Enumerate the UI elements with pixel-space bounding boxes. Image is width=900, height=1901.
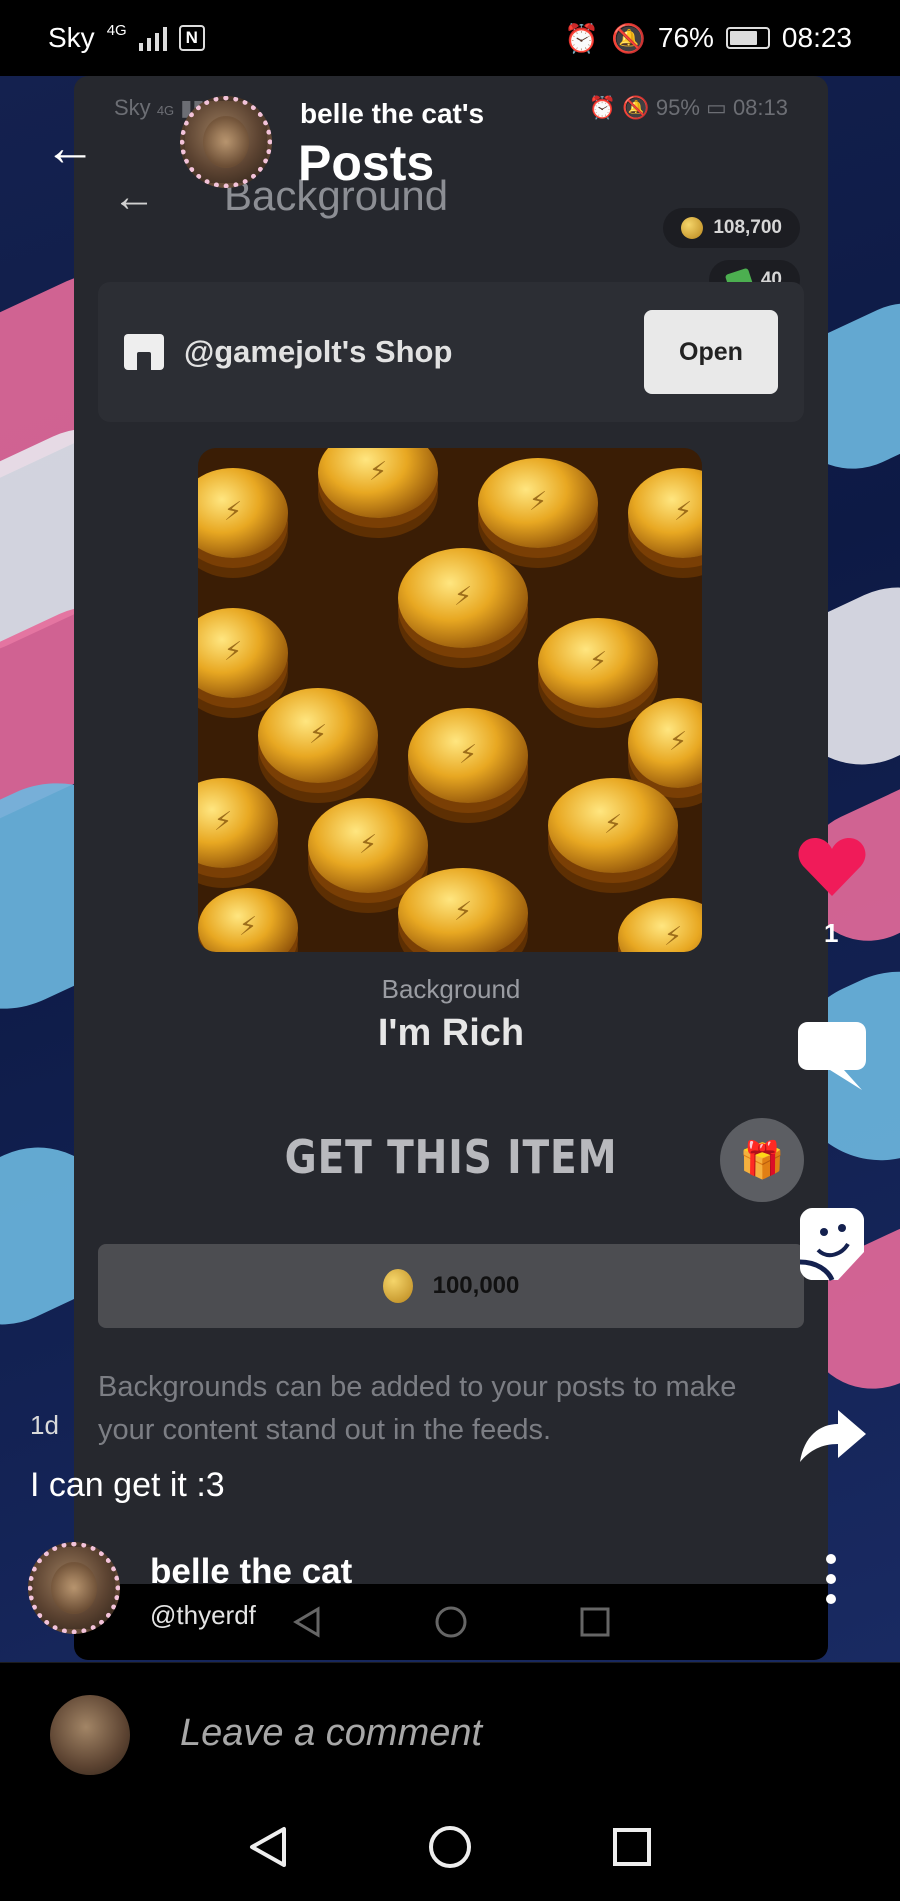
inner-carrier: Sky — [114, 95, 151, 120]
author-avatar[interactable] — [28, 1542, 120, 1634]
shop-icon — [124, 334, 164, 370]
item-description: Backgrounds can be added to your posts t… — [98, 1371, 737, 1446]
gift-button[interactable]: 🎁 — [720, 1118, 804, 1202]
share-icon[interactable] — [798, 1406, 868, 1464]
more-icon[interactable] — [826, 1554, 836, 1604]
battery-percent: 76% — [657, 22, 714, 53]
nav-recents-button[interactable] — [612, 1827, 652, 1867]
author-name[interactable]: belle the cat — [150, 1552, 352, 1592]
gift-icon: 🎁 — [739, 1139, 785, 1180]
get-item-heading: GET THIS ITEM — [284, 1130, 618, 1184]
open-shop-button[interactable]: Open — [644, 310, 778, 394]
status-bar: Sky 4G N ⏰ 🔕 76% 08:23 — [0, 0, 900, 76]
comment-input[interactable] — [180, 1703, 860, 1763]
comment-icon[interactable] — [796, 1020, 868, 1092]
inner-clock: 08:13 — [732, 95, 788, 120]
header-avatar[interactable] — [180, 96, 272, 188]
author-handle[interactable]: @thyerdf — [150, 1600, 256, 1631]
item-name: I'm Rich — [377, 1012, 525, 1054]
my-avatar — [50, 1695, 130, 1775]
header-user-name: belle the cat's — [300, 98, 485, 129]
back-button[interactable]: ← — [44, 118, 96, 178]
clock: 08:23 — [781, 22, 852, 53]
post-time: 1d — [30, 1410, 59, 1440]
back-triangle-icon — [250, 1826, 286, 1867]
sticker-icon[interactable] — [798, 1206, 866, 1282]
coins-balance: 108,700 — [663, 208, 800, 248]
price-label: 100,000 — [432, 1272, 520, 1299]
inner-home-nav-icon — [435, 1606, 467, 1638]
mute-icon: 🔕 — [611, 22, 646, 54]
post-caption: I can get it :3 — [30, 1466, 225, 1504]
alarm-icon: ⏰ — [564, 22, 599, 54]
inner-battery: 95% — [655, 95, 700, 120]
nav-home-button[interactable] — [428, 1825, 472, 1869]
recents-square-icon — [613, 1827, 651, 1866]
inner-network: 4G — [156, 103, 175, 118]
system-nav-bar — [0, 1792, 900, 1901]
item-image — [198, 448, 702, 952]
carrier-label: Sky — [48, 22, 95, 53]
inner-back-icon: ← — [112, 172, 156, 221]
coins-value: 108,700 — [713, 217, 782, 238]
nfc-icon: N — [178, 25, 205, 51]
home-circle-icon — [429, 1825, 471, 1868]
item-type: Background — [381, 974, 521, 1004]
shop-bar: @gamejolt's Shop Open — [98, 282, 804, 422]
like-count: 1 — [824, 918, 839, 948]
shop-name: @gamejolt's Shop — [184, 334, 453, 369]
heart-icon[interactable] — [797, 836, 867, 898]
shop-screenshot: Sky 4G ▮▮▮ ⏰ 🔕 95% ▭ 08:13 ← Background … — [74, 76, 828, 1660]
network-label: 4G — [106, 22, 127, 39]
comment-bar — [0, 1662, 900, 1792]
inner-recents-nav-icon — [580, 1607, 610, 1637]
buy-button[interactable]: 100,000 — [98, 1244, 804, 1328]
coin-icon — [681, 217, 704, 239]
battery-icon — [725, 27, 770, 49]
signal-icon — [138, 25, 167, 51]
coin-icon — [382, 1269, 413, 1303]
inner-back-nav-icon — [293, 1606, 320, 1638]
header-title: Posts — [298, 135, 435, 191]
nav-back-button[interactable] — [248, 1825, 288, 1869]
